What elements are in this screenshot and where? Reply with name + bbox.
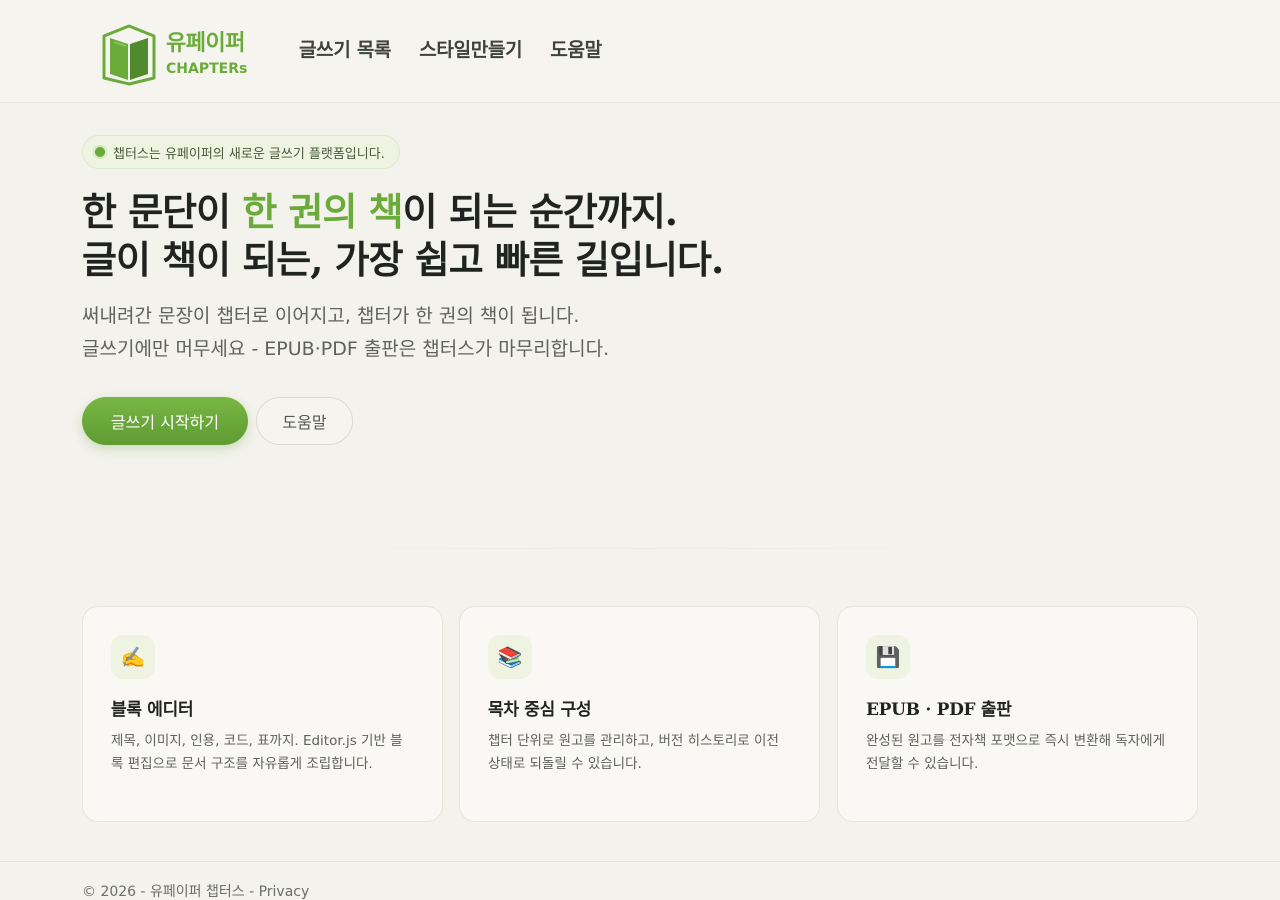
feature-description: 챕터 단위로 원고를 관리하고, 버전 히스토리로 이전 상태로 되돌릴 수 있… <box>488 733 779 772</box>
hero-title-accent: 한 권의 책 <box>242 189 403 234</box>
hero-subtitle: 써내려간 문장이 챕터로 이어지고, 챕터가 한 권의 책이 됩니다. 글쓰기에… <box>82 300 882 366</box>
feature-card-publish: 💾 EPUB · PDF 출판 완성된 원고를 전자책 포맷으로 즉시 변환해 … <box>837 606 1198 822</box>
feature-card-block-editor: ✍️ 블록 에디터 제목, 이미지, 인용, 코드, 표까지. Editor.j… <box>82 606 443 822</box>
hero-subtitle-line1: 써내려간 문장이 챕터로 이어지고, 챕터가 한 권의 책이 됩니다. <box>82 305 580 327</box>
logo-english-text: CHAPTERs <box>166 60 248 77</box>
nav-writing-list[interactable]: 글쓰기 목록 <box>299 36 392 64</box>
intro-pill-text: 챕터스는 유페이퍼의 새로운 글쓰기 플랫폼입니다. <box>113 146 385 162</box>
main-nav: 글쓰기 목록 스타일만들기 도움말 <box>299 36 602 64</box>
hero-subtitle-line2: 글쓰기에만 머무세요 - EPUB·PDF 출판은 챕터스가 마무리합니다. <box>82 338 610 360</box>
feature-description: 제목, 이미지, 인용, 코드, 표까지. Editor.js 기반 블록 편집… <box>111 733 403 772</box>
site-header: 유페이퍼 CHAPTERs 글쓰기 목록 스타일만들기 도움말 <box>0 0 1280 103</box>
hero-title-line1-pre: 한 문단이 <box>82 189 243 234</box>
hero-title-line2: 글이 책이 되는, 가장 쉽고 빠른 길입니다. <box>82 237 724 282</box>
start-writing-button[interactable]: 글쓰기 시작하기 <box>82 397 248 445</box>
logo-korean-text: 유페이퍼 <box>166 30 245 56</box>
feature-card-toc: 📚 목차 중심 구성 챕터 단위로 원고를 관리하고, 버전 히스토리로 이전 … <box>459 606 820 822</box>
hero-title: 한 문단이 한 권의 책이 되는 순간까지. 글이 책이 되는, 가장 쉽고 빠… <box>82 188 842 284</box>
hero-title-line1-post: 이 되는 순간까지. <box>402 189 678 234</box>
book-logo-icon <box>102 24 156 86</box>
writing-hand-icon: ✍️ <box>111 635 155 679</box>
nav-style-maker[interactable]: 스타일만들기 <box>419 36 522 64</box>
intro-pill: 챕터스는 유페이퍼의 새로운 글쓰기 플랫폼입니다. <box>82 135 400 169</box>
status-dot-icon <box>95 147 105 157</box>
feature-description: 완성된 원고를 전자책 포맷으로 즉시 변환해 독자에게 전달할 수 있습니다. <box>866 733 1165 772</box>
books-icon: 📚 <box>488 635 532 679</box>
help-button[interactable]: 도움말 <box>256 397 353 445</box>
feature-title: EPUB · PDF 출판 <box>866 700 1012 720</box>
footer-copyright: © 2026 - 유페이퍼 챕터스 - Privacy <box>82 884 310 900</box>
feature-title: 목차 중심 구성 <box>488 700 592 720</box>
logo[interactable]: 유페이퍼 CHAPTERs <box>100 22 260 86</box>
feature-title: 블록 에디터 <box>111 700 194 720</box>
nav-help[interactable]: 도움말 <box>550 36 602 64</box>
floppy-disk-icon: 💾 <box>866 635 910 679</box>
footer-divider <box>0 861 1280 862</box>
hero-divider <box>300 548 980 549</box>
